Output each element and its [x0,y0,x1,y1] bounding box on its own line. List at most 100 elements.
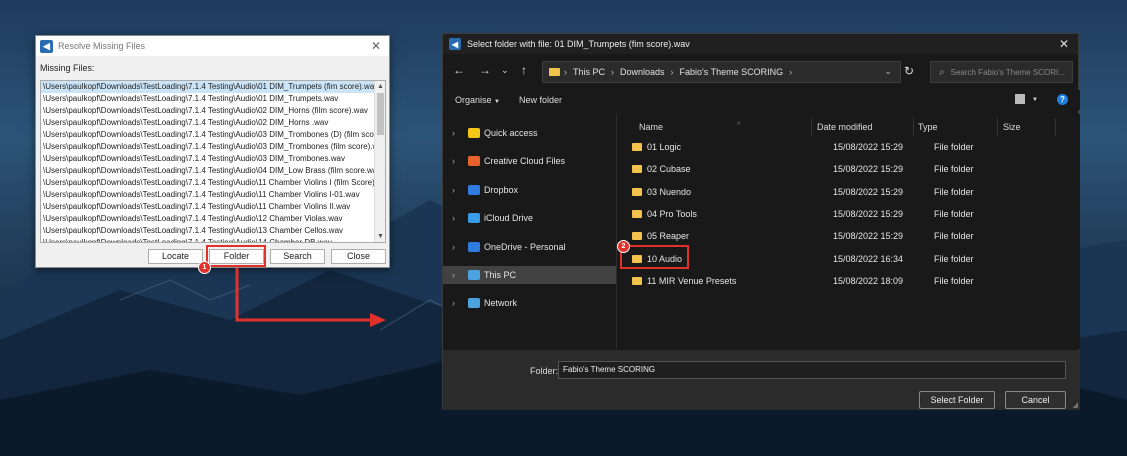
search-icon: ⌕ [939,66,945,78]
missing-file-item[interactable]: \Users\paulkopf\Downloads\TestLoading\7.… [41,213,375,225]
folder-name: 02 Cubase [647,164,691,175]
missing-file-item[interactable]: \Users\paulkopf\Downloads\TestLoading\7.… [41,117,375,129]
breadcrumb-separator-icon: › [611,67,615,77]
missing-file-item[interactable]: \Users\paulkopf\Downloads\TestLoading\7.… [41,81,375,93]
nav-item-label: Network [484,298,518,309]
folder-icon [632,165,642,174]
folder-name-input[interactable]: Fabio's Theme SCORING [558,361,1066,379]
nav-item-creative-cloud-files[interactable]: › Creative Cloud Files [443,152,616,170]
list-scrollbar[interactable]: ▲ ▼ [374,81,385,242]
icloud-icon [468,213,480,224]
help-icon[interactable]: ? [1057,94,1068,105]
expand-chevron-icon[interactable]: › [452,270,462,280]
column-header-type[interactable]: Type [914,118,998,136]
expand-chevron-icon[interactable]: › [452,128,462,138]
folder-name: 03 Nuendo [647,186,692,197]
dialog-title: Resolve Missing Files [58,41,146,51]
recent-locations-chevron-icon[interactable]: ⌄ [501,65,509,76]
organise-menu[interactable]: Organise ▼ [455,95,500,105]
cancel-button[interactable]: Cancel [1005,391,1066,409]
scrollbar-thumb[interactable] [377,93,384,135]
address-bar[interactable]: › This PC › Downloads › Fabio's Theme SC… [542,61,901,83]
close-icon[interactable]: ✕ [371,39,381,53]
title-bar: ◀ Select folder with file: 01 DIM_Trumpe… [443,34,1078,54]
nav-item-label: Creative Cloud Files [484,156,566,167]
view-options-icon[interactable] [1015,94,1025,104]
column-header-size[interactable]: Size [999,118,1056,136]
folder-date-modified: 15/08/2022 15:29 [833,208,904,219]
close-icon[interactable]: ✕ [1059,37,1069,51]
expand-chevron-icon[interactable]: › [452,298,462,308]
new-folder-button[interactable]: New folder [519,95,562,105]
resolve-missing-files-dialog: ◀ Resolve Missing Files ✕ Missing Files:… [35,35,390,268]
breadcrumb-current-folder[interactable]: Fabio's Theme SCORING [680,67,784,77]
refresh-icon[interactable]: ↻ [904,64,914,78]
pc-icon [468,270,480,280]
missing-file-item[interactable]: \Users\paulkopf\Downloads\TestLoading\7.… [41,237,375,242]
missing-file-item[interactable]: \Users\paulkopf\Downloads\TestLoading\7.… [41,105,375,117]
back-arrow-icon[interactable]: ← [453,63,465,77]
folder-row[interactable]: 01 Logic 15/08/2022 15:29 File folder [627,138,1076,156]
organise-label: Organise [455,95,492,105]
folder-row[interactable]: 02 Cubase 15/08/2022 15:29 File folder [627,160,1076,178]
network-icon [468,298,480,309]
column-header-date[interactable]: Date modified [813,118,914,136]
nav-item-onedrive-personal[interactable]: › OneDrive - Personal [443,238,616,256]
search-button[interactable]: Search [270,249,325,264]
folder-row[interactable]: 04 Pro Tools 15/08/2022 15:29 File folder [627,205,1076,223]
missing-files-list[interactable]: \Users\paulkopf\Downloads\TestLoading\7.… [40,80,386,243]
dialog-footer: Folder: Fabio's Theme SCORING Select Fol… [443,350,1080,410]
missing-file-item[interactable]: \Users\paulkopf\Downloads\TestLoading\7.… [41,93,375,105]
expand-chevron-icon[interactable]: › [452,156,462,166]
missing-file-item[interactable]: \Users\paulkopf\Downloads\TestLoading\7.… [41,177,375,189]
close-button[interactable]: Close [331,249,386,264]
resize-grip-icon[interactable]: ◢ [1073,401,1078,409]
nav-item-quick-access[interactable]: › Quick access [443,124,616,142]
missing-file-item[interactable]: \Users\paulkopf\Downloads\TestLoading\7.… [41,129,375,141]
column-header-name[interactable]: Name ^ [635,118,812,136]
folder-row[interactable]: 05 Reaper 15/08/2022 15:29 File folder [627,227,1076,245]
expand-chevron-icon[interactable]: › [452,213,462,223]
missing-file-item[interactable]: \Users\paulkopf\Downloads\TestLoading\7.… [41,201,375,213]
scroll-up-arrow-icon[interactable]: ▲ [375,81,385,92]
search-input[interactable]: ⌕ Search Fabio's Theme SCORI... [930,61,1073,83]
folder-icon [549,68,560,76]
folder-date-modified: 15/08/2022 15:29 [833,186,904,197]
address-dropdown-chevron-icon[interactable]: ⌄ [884,66,892,77]
folder-icon [632,187,642,196]
folder-row[interactable]: 03 Nuendo 15/08/2022 15:29 File folder [627,183,1076,201]
breadcrumb-this-pc[interactable]: This PC [573,67,605,77]
title-bar: ◀ Resolve Missing Files [36,36,389,56]
nav-item-dropbox[interactable]: › Dropbox [443,181,616,199]
folder-row[interactable]: 11 MIR Venue Presets 15/08/2022 18:09 File… [627,272,1076,290]
nav-item-network[interactable]: › Network [443,294,616,312]
nav-item-this-pc[interactable]: › This PC [443,266,616,284]
locate-button[interactable]: Locate [148,249,203,264]
select-folder-button[interactable]: Select Folder [919,391,995,409]
folder-name: 11 MIR Venue Presets [647,275,737,286]
navigation-pane: › Quick access › Creative Cloud Files › Dropb… [443,114,617,349]
folder-type: File folder [934,142,974,152]
nav-item-icloud-drive[interactable]: › iCloud Drive [443,209,616,227]
missing-file-item[interactable]: \Users\paulkopf\Downloads\TestLoading\7.… [41,189,375,201]
missing-file-item[interactable]: \Users\paulkopf\Downloads\TestLoading\7.… [41,165,375,177]
nav-item-label: iCloud Drive [484,213,534,224]
missing-file-item[interactable]: \Users\paulkopf\Downloads\TestLoading\7.… [41,141,375,153]
expand-chevron-icon[interactable]: › [452,242,462,252]
folder-row[interactable]: 10 Audio 15/08/2022 16:34 File folder [627,250,1076,268]
expand-chevron-icon[interactable]: › [452,185,462,195]
scroll-down-arrow-icon[interactable]: ▼ [375,231,385,242]
sort-caret-icon: ^ [737,122,741,129]
dialog-title: Select folder with file: 01 DIM_Trumpets… [467,39,690,49]
folder-icon [632,143,642,151]
nav-item-label: This PC [484,270,517,280]
breadcrumb-downloads[interactable]: Downloads [620,67,665,77]
up-arrow-icon[interactable]: ↑ [521,63,527,77]
breadcrumb-separator-icon: › [789,67,793,77]
view-dropdown-caret-icon[interactable]: ▼ [1032,97,1038,103]
missing-file-item[interactable]: \Users\paulkopf\Downloads\TestLoading\7.… [41,153,375,165]
creative-cloud-icon [468,156,480,167]
forward-arrow-icon[interactable]: → [479,63,491,77]
missing-file-item[interactable]: \Users\paulkopf\Downloads\TestLoading\7.… [41,225,375,237]
app-logo-icon: ◀ [449,38,461,50]
